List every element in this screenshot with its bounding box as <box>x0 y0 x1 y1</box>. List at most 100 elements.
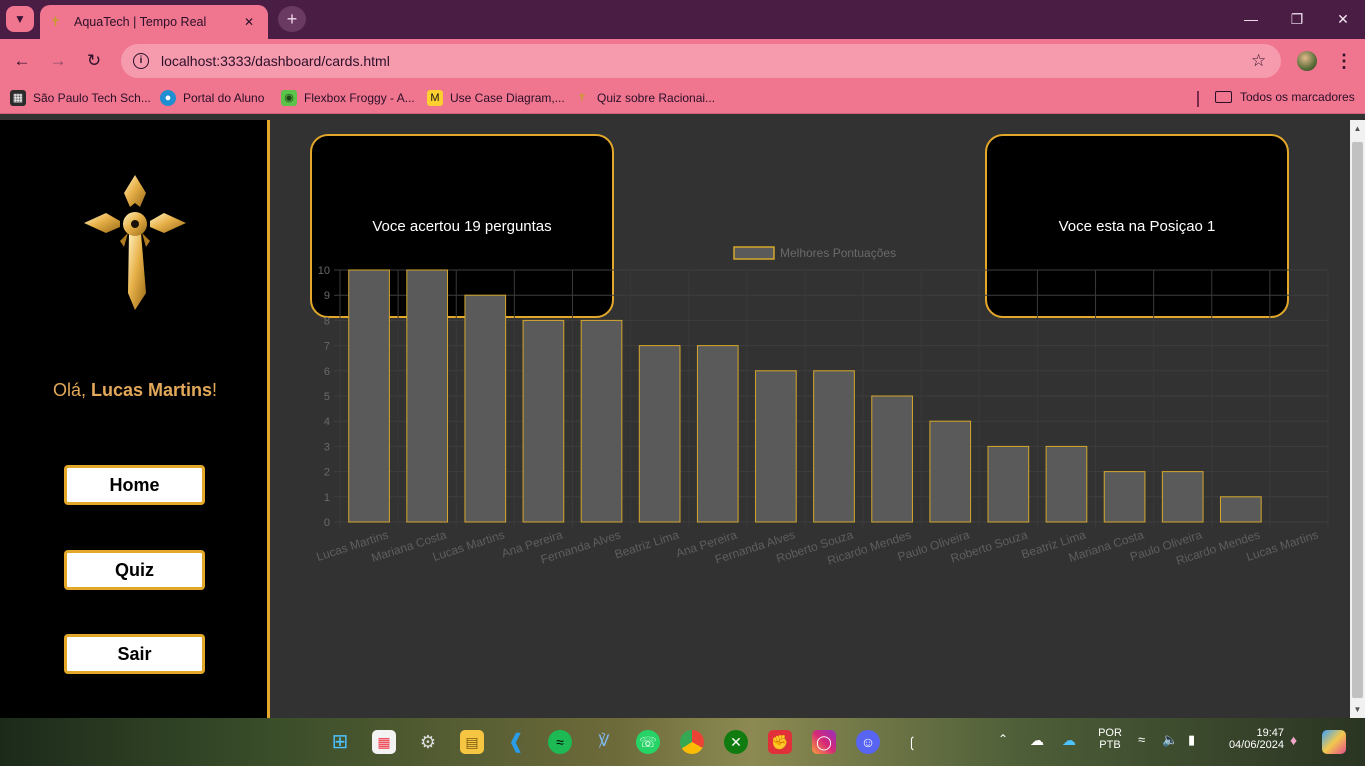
user-name: Lucas Martins <box>90 380 213 400</box>
chart-bar[interactable] <box>522 319 565 523</box>
bookmark-item[interactable]: ▦ São Paulo Tech Sch... <box>10 90 151 106</box>
xbox-icon[interactable]: ✕ <box>724 730 748 754</box>
y-tick-label: 0 <box>324 517 330 529</box>
scroll-up-icon[interactable]: ▲ <box>1350 124 1365 133</box>
chart-bar[interactable] <box>348 269 390 523</box>
bookmark-label: Portal do Aluno <box>183 91 265 105</box>
bookmark-label: Flexbox Froggy - A... <box>304 91 415 105</box>
language-indicator[interactable]: POR PTB <box>1092 727 1128 751</box>
profile-avatar[interactable] <box>1297 51 1317 71</box>
logout-button[interactable]: Sair <box>64 634 205 674</box>
restore-icon[interactable]: ❐ <box>1282 8 1312 30</box>
chart-bar[interactable] <box>696 345 739 523</box>
chart-x-ticks: Lucas MartinsMariana CostaLucas MartinsA… <box>315 527 1320 567</box>
new-tab-button[interactable]: + <box>278 6 306 32</box>
y-tick-label: 8 <box>324 315 330 327</box>
active-tab[interactable]: ✝ AquaTech | Tempo Real ✕ <box>40 5 268 39</box>
battery-icon[interactable]: ▮ <box>1188 732 1195 748</box>
chrome-icon[interactable] <box>680 730 704 754</box>
chart-bar[interactable] <box>580 319 623 523</box>
clock[interactable]: 19:47 04/06/2024 <box>1218 727 1284 751</box>
minimize-icon[interactable]: — <box>1236 8 1266 30</box>
correct-answers-text: Voce acertou 19 perguntas <box>372 217 552 235</box>
url-text[interactable]: localhost:3333/dashboard/cards.html <box>161 53 1251 69</box>
tab-title: AquaTech | Tempo Real <box>74 15 207 29</box>
fist-app-icon[interactable]: ✊ <box>768 730 792 754</box>
copilot-icon[interactable] <box>1322 730 1346 754</box>
chart-bar[interactable] <box>1103 471 1146 523</box>
sidebar: Olá, Lucas Martins! Home Quiz Sair <box>0 120 270 718</box>
notification-bell-icon[interactable]: ♦ <box>1290 732 1297 748</box>
miro-icon: M <box>427 90 443 106</box>
bookmark-star-icon[interactable]: ☆ <box>1251 51 1281 71</box>
y-tick-label: 7 <box>324 341 330 353</box>
app-shell-icon[interactable]: ❲ <box>900 730 924 754</box>
greeting-prefix: Olá, <box>52 380 91 400</box>
bookmark-label: Use Case Diagram,... <box>450 91 565 105</box>
chart-bar[interactable] <box>813 370 855 523</box>
volume-icon[interactable]: 🔈 <box>1162 732 1178 748</box>
back-icon[interactable]: ← <box>8 47 36 75</box>
chart-bar[interactable] <box>406 269 449 523</box>
frog-icon: ◉ <box>281 90 297 106</box>
wifi-icon[interactable]: ≈ <box>1138 732 1145 747</box>
folder-icon <box>1215 91 1232 103</box>
page-scrollbar[interactable]: ▲ ▼ <box>1350 120 1365 718</box>
reload-icon[interactable]: ↻ <box>80 47 108 75</box>
chart-legend[interactable]: Melhores Pontuações <box>733 246 896 260</box>
tray-chevron-icon[interactable]: ⌃ <box>998 732 1008 746</box>
cross-icon: ✝ <box>577 92 587 104</box>
legend-swatch <box>733 246 775 260</box>
close-tab-icon[interactable]: ✕ <box>240 13 258 31</box>
chart-bar[interactable] <box>987 445 1030 523</box>
chart-y-ticks: 0 1 2 3 4 5 6 7 8 9 10 <box>318 265 330 529</box>
windows-taskbar: ⊞ ▦ ⚙ ▤ ❰ ≈ ℣ ☏ ✕ ✊ ◯ ☺ ❲ ⌃ ☁ ☁ POR PTB … <box>0 718 1365 766</box>
address-bar[interactable]: i localhost:3333/dashboard/cards.html ☆ <box>121 44 1281 78</box>
bookmark-item[interactable]: ◉ Flexbox Froggy - A... <box>281 90 415 106</box>
chart-bar[interactable] <box>638 345 681 523</box>
store-icon[interactable]: ▦ <box>372 730 396 754</box>
bookmark-item[interactable]: ● Portal do Aluno <box>160 90 264 106</box>
scroll-down-icon[interactable]: ▼ <box>1350 705 1365 714</box>
discord-icon[interactable]: ☺ <box>856 730 880 754</box>
y-tick-label: 9 <box>324 290 330 302</box>
chart-bar[interactable] <box>871 395 913 523</box>
quiz-button[interactable]: Quiz <box>64 550 205 590</box>
forward-icon[interactable]: → <box>44 47 72 75</box>
chart-bar[interactable] <box>1161 471 1204 523</box>
browser-toolbar: ← → ↻ i localhost:3333/dashboard/cards.h… <box>0 39 1365 83</box>
tab-search-icon[interactable]: ▼ <box>6 6 34 32</box>
whatsapp-icon[interactable]: ☏ <box>636 730 660 754</box>
onedrive-blue-icon[interactable]: ☁ <box>1062 732 1076 749</box>
vscode-icon[interactable]: ❰ <box>504 730 528 754</box>
y-tick-label: 4 <box>324 416 330 428</box>
chart-bar[interactable] <box>929 420 972 523</box>
position-text: Voce esta na Posiçao 1 <box>1058 217 1216 235</box>
close-window-icon[interactable]: ✕ <box>1328 8 1358 30</box>
bookmark-item[interactable]: M Use Case Diagram,... <box>427 90 565 106</box>
file-explorer-icon[interactable]: ▤ <box>460 730 484 754</box>
y-tick-label: 10 <box>318 265 330 277</box>
spotify-icon[interactable]: ≈ <box>548 730 572 754</box>
menu-dots-icon[interactable]: ⋮ <box>1334 47 1354 75</box>
site-info-icon[interactable]: i <box>133 53 149 69</box>
instagram-icon[interactable]: ◯ <box>812 730 836 754</box>
windows-start-icon[interactable]: ⊞ <box>328 730 352 754</box>
chart-bar[interactable] <box>464 294 507 523</box>
chart-bar[interactable] <box>1219 496 1262 523</box>
onedrive-cloud-icon[interactable]: ☁ <box>1030 732 1044 749</box>
chart-bar[interactable] <box>755 370 797 523</box>
clock-date: 04/06/2024 <box>1228 739 1284 751</box>
bookmarks-bar: ▦ São Paulo Tech Sch... ● Portal do Alun… <box>0 83 1365 114</box>
settings-gear-icon[interactable]: ⚙ <box>416 730 440 754</box>
cross-favicon-icon: ✝ <box>50 14 61 29</box>
chart-bar[interactable] <box>1045 445 1088 523</box>
bookmark-label: Quiz sobre Racionai... <box>597 91 716 105</box>
clock-time: 19:47 <box>1256 727 1284 739</box>
bookmark-item[interactable]: ✝ Quiz sobre Racionai... <box>574 90 715 106</box>
tab-strip: ▼ ✝ AquaTech | Tempo Real ✕ + — ❐ ✕ <box>0 0 1365 39</box>
mysql-workbench-icon[interactable]: ℣ <box>592 730 616 754</box>
all-bookmarks-button[interactable]: Todos os marcadores <box>1215 90 1355 104</box>
scroll-thumb[interactable] <box>1352 142 1363 698</box>
home-button[interactable]: Home <box>64 465 205 505</box>
